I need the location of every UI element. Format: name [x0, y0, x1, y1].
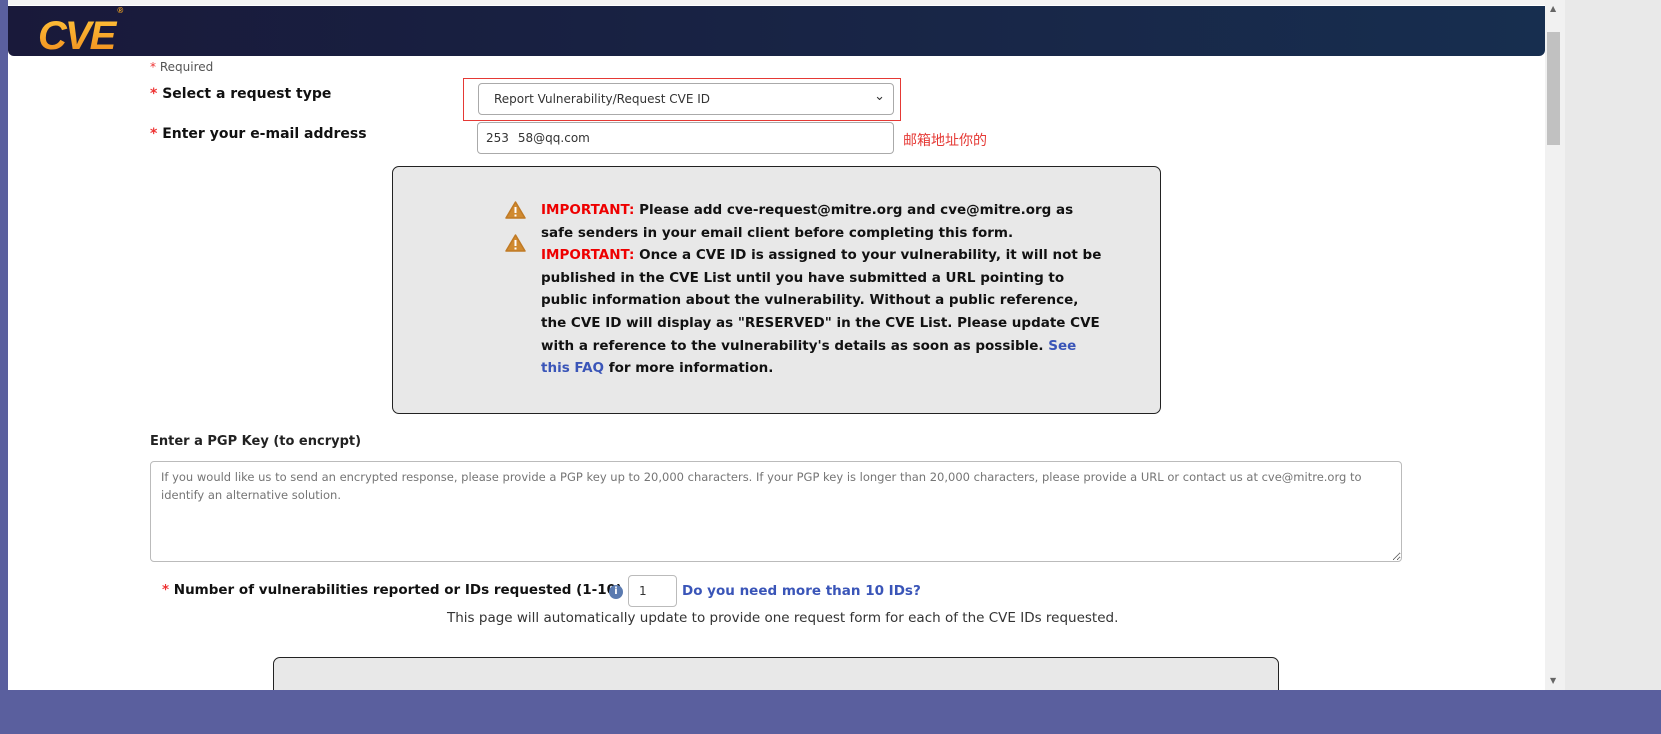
request-type-select[interactable]: Report Vulnerability/Request CVE ID ⌄: [478, 83, 894, 115]
scrollbar-thumb[interactable]: [1547, 32, 1560, 145]
logo-text: CVE: [38, 14, 115, 58]
asterisk: *: [150, 86, 158, 102]
top-strip: [8, 0, 1545, 5]
cve-logo[interactable]: CVE®: [38, 6, 123, 59]
pgp-label: Enter a PGP Key (to encrypt): [150, 434, 362, 449]
request-form-box: [273, 657, 1279, 690]
scroll-down-icon[interactable]: ▼: [1550, 676, 1556, 685]
more-ids-link[interactable]: Do you need more than 10 IDs?: [682, 583, 921, 599]
logo-mark: ®: [117, 5, 123, 15]
select-value: Report Vulnerability/Request CVE ID: [494, 92, 710, 106]
request-type-label: * Select a request type: [150, 86, 331, 102]
num-vulns-input[interactable]: 1: [628, 575, 677, 607]
asterisk: *: [150, 126, 158, 142]
info-icon[interactable]: i: [609, 585, 623, 599]
warning-icon: [505, 201, 526, 219]
important-2-end: for more information.: [604, 360, 774, 377]
site-header: CVE®: [8, 6, 1545, 56]
important-notice: IMPORTANT: Please add cve-request@mitre.…: [392, 166, 1161, 414]
scroll-up-icon[interactable]: ▲: [1550, 4, 1556, 13]
chevron-down-icon: ⌄: [874, 89, 885, 104]
background-window: [1565, 0, 1661, 690]
label-text: Select a request type: [162, 86, 332, 102]
email-label: * Enter your e-mail address: [150, 126, 367, 142]
required-text: Required: [159, 60, 214, 74]
pgp-key-textarea[interactable]: [150, 461, 1402, 562]
browser-page: CVE® * Required * Select a request type …: [8, 0, 1545, 690]
important-prefix: IMPORTANT:: [541, 247, 635, 264]
desktop-strip: [0, 690, 1661, 734]
auto-update-note: This page will automatically update to p…: [447, 610, 1119, 626]
asterisk: *: [150, 60, 156, 74]
email-annotation: 邮箱地址你的: [903, 133, 987, 149]
asterisk: *: [162, 582, 170, 598]
important-prefix: IMPORTANT:: [541, 202, 635, 218]
num-vulns-label: * Number of vulnerabilities reported or …: [162, 582, 622, 598]
warning-icon: [505, 234, 526, 252]
label-text: Enter your e-mail address: [162, 126, 367, 142]
important-1: IMPORTANT: Please add cve-request@mitre.…: [541, 199, 1106, 244]
important-2: IMPORTANT: Once a CVE ID is assigned to …: [541, 244, 1106, 380]
highlight-box: Report Vulnerability/Request CVE ID ⌄: [463, 78, 901, 121]
scrollbar[interactable]: ▲ ▼: [1545, 0, 1565, 690]
required-note: * Required: [150, 60, 213, 74]
important-text: IMPORTANT: Please add cve-request@mitre.…: [541, 199, 1106, 380]
label-text: Number of vulnerabilities reported or ID…: [173, 582, 623, 598]
email-field[interactable]: 253 58@qq.com: [477, 122, 894, 154]
